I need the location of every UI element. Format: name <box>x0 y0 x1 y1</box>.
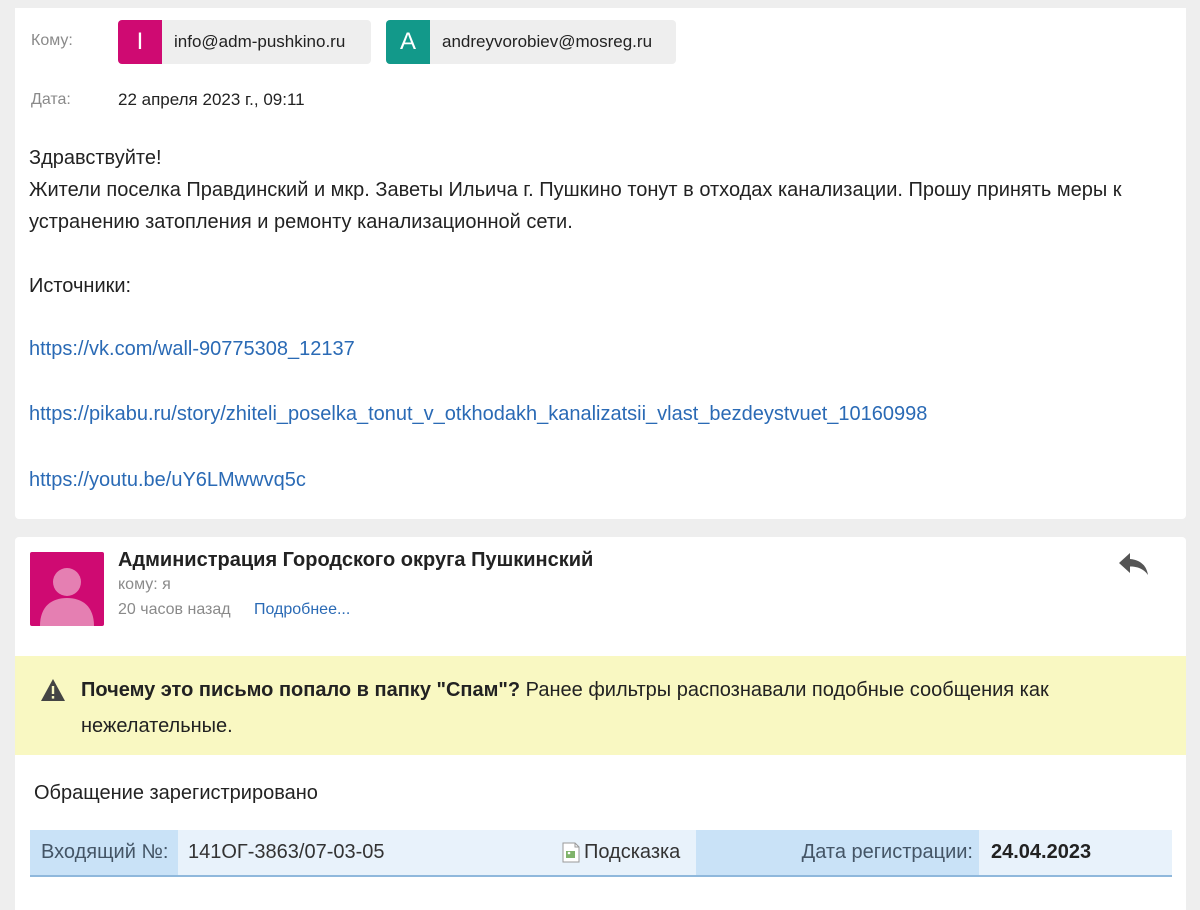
sender-avatar <box>30 552 104 626</box>
reply-button[interactable] <box>1117 551 1151 577</box>
recipient-avatar-1: I <box>118 20 162 64</box>
recipient-email-2: andreyvorobiev@mosreg.ru <box>442 32 653 51</box>
date-row: Дата: 22 апреля 2023 г., 09:11 <box>31 90 305 110</box>
reply-message-card: Администрация Городского округа Пушкинск… <box>15 537 1186 910</box>
recipient-email-1: info@adm-pushkino.ru <box>174 32 346 51</box>
source-link-vk[interactable]: https://vk.com/wall-90775308_12137 <box>29 338 355 361</box>
source-link-youtube[interactable]: https://youtu.be/uY6LMwwvq5c <box>29 469 306 492</box>
registered-notice: Обращение зарегистрировано <box>34 782 318 804</box>
received-time: 20 часов назад <box>118 601 231 618</box>
registration-table: Входящий №: 141ОГ-3863/07-03-05 Подсказк… <box>30 830 1172 877</box>
broken-image-icon <box>562 842 580 862</box>
recipient-chip-1[interactable]: I info@adm-pushkino.ru <box>118 20 371 64</box>
message-text: Жители поселка Правдинский и мкр. Заветы… <box>29 179 1122 233</box>
warning-icon <box>41 679 65 701</box>
to-row: Кому: <box>31 32 73 50</box>
message-greeting: Здравствуйте! <box>29 147 162 169</box>
message-body: Здравствуйте! Жители поселка Правдинский… <box>29 142 1179 302</box>
reg-date-value: 24.04.2023 <box>979 830 1172 875</box>
incoming-number-label: Входящий №: <box>30 830 178 875</box>
incoming-number-cell: 141ОГ-3863/07-03-05 Подсказка <box>178 830 696 875</box>
original-message-card: Кому: I info@adm-pushkino.ru A andreyvor… <box>15 8 1186 519</box>
reply-arrow-icon <box>1119 553 1148 575</box>
sender-name[interactable]: Администрация Городского округа Пушкинск… <box>118 549 593 572</box>
spam-warning-banner: Почему это письмо попало в папку "Спам"?… <box>15 656 1186 755</box>
incoming-number-value: 141ОГ-3863/07-03-05 <box>188 841 385 863</box>
recipient-line: кому: я <box>118 576 171 593</box>
date-value: 22 апреля 2023 г., 09:11 <box>118 90 305 109</box>
to-label: Кому: <box>31 32 73 49</box>
person-icon <box>40 568 94 626</box>
recipient-avatar-2: A <box>386 20 430 64</box>
spam-warning-text: Почему это письмо попало в папку "Спам"?… <box>81 672 1121 744</box>
sources-label: Источники: <box>29 275 132 297</box>
spam-question[interactable]: Почему это письмо попало в папку "Спам"? <box>81 679 520 701</box>
hint-alt-text: Подсказка <box>584 841 681 863</box>
source-link-pikabu[interactable]: https://pikabu.ru/story/zhiteli_poselka_… <box>29 403 927 426</box>
hint-image[interactable]: Подсказка <box>562 841 680 864</box>
recipient-chip-2[interactable]: A andreyvorobiev@mosreg.ru <box>386 20 676 64</box>
reg-date-label: Дата регистрации: <box>696 830 979 875</box>
date-label: Дата: <box>31 91 71 108</box>
details-link[interactable]: Подробнее... <box>254 601 350 619</box>
